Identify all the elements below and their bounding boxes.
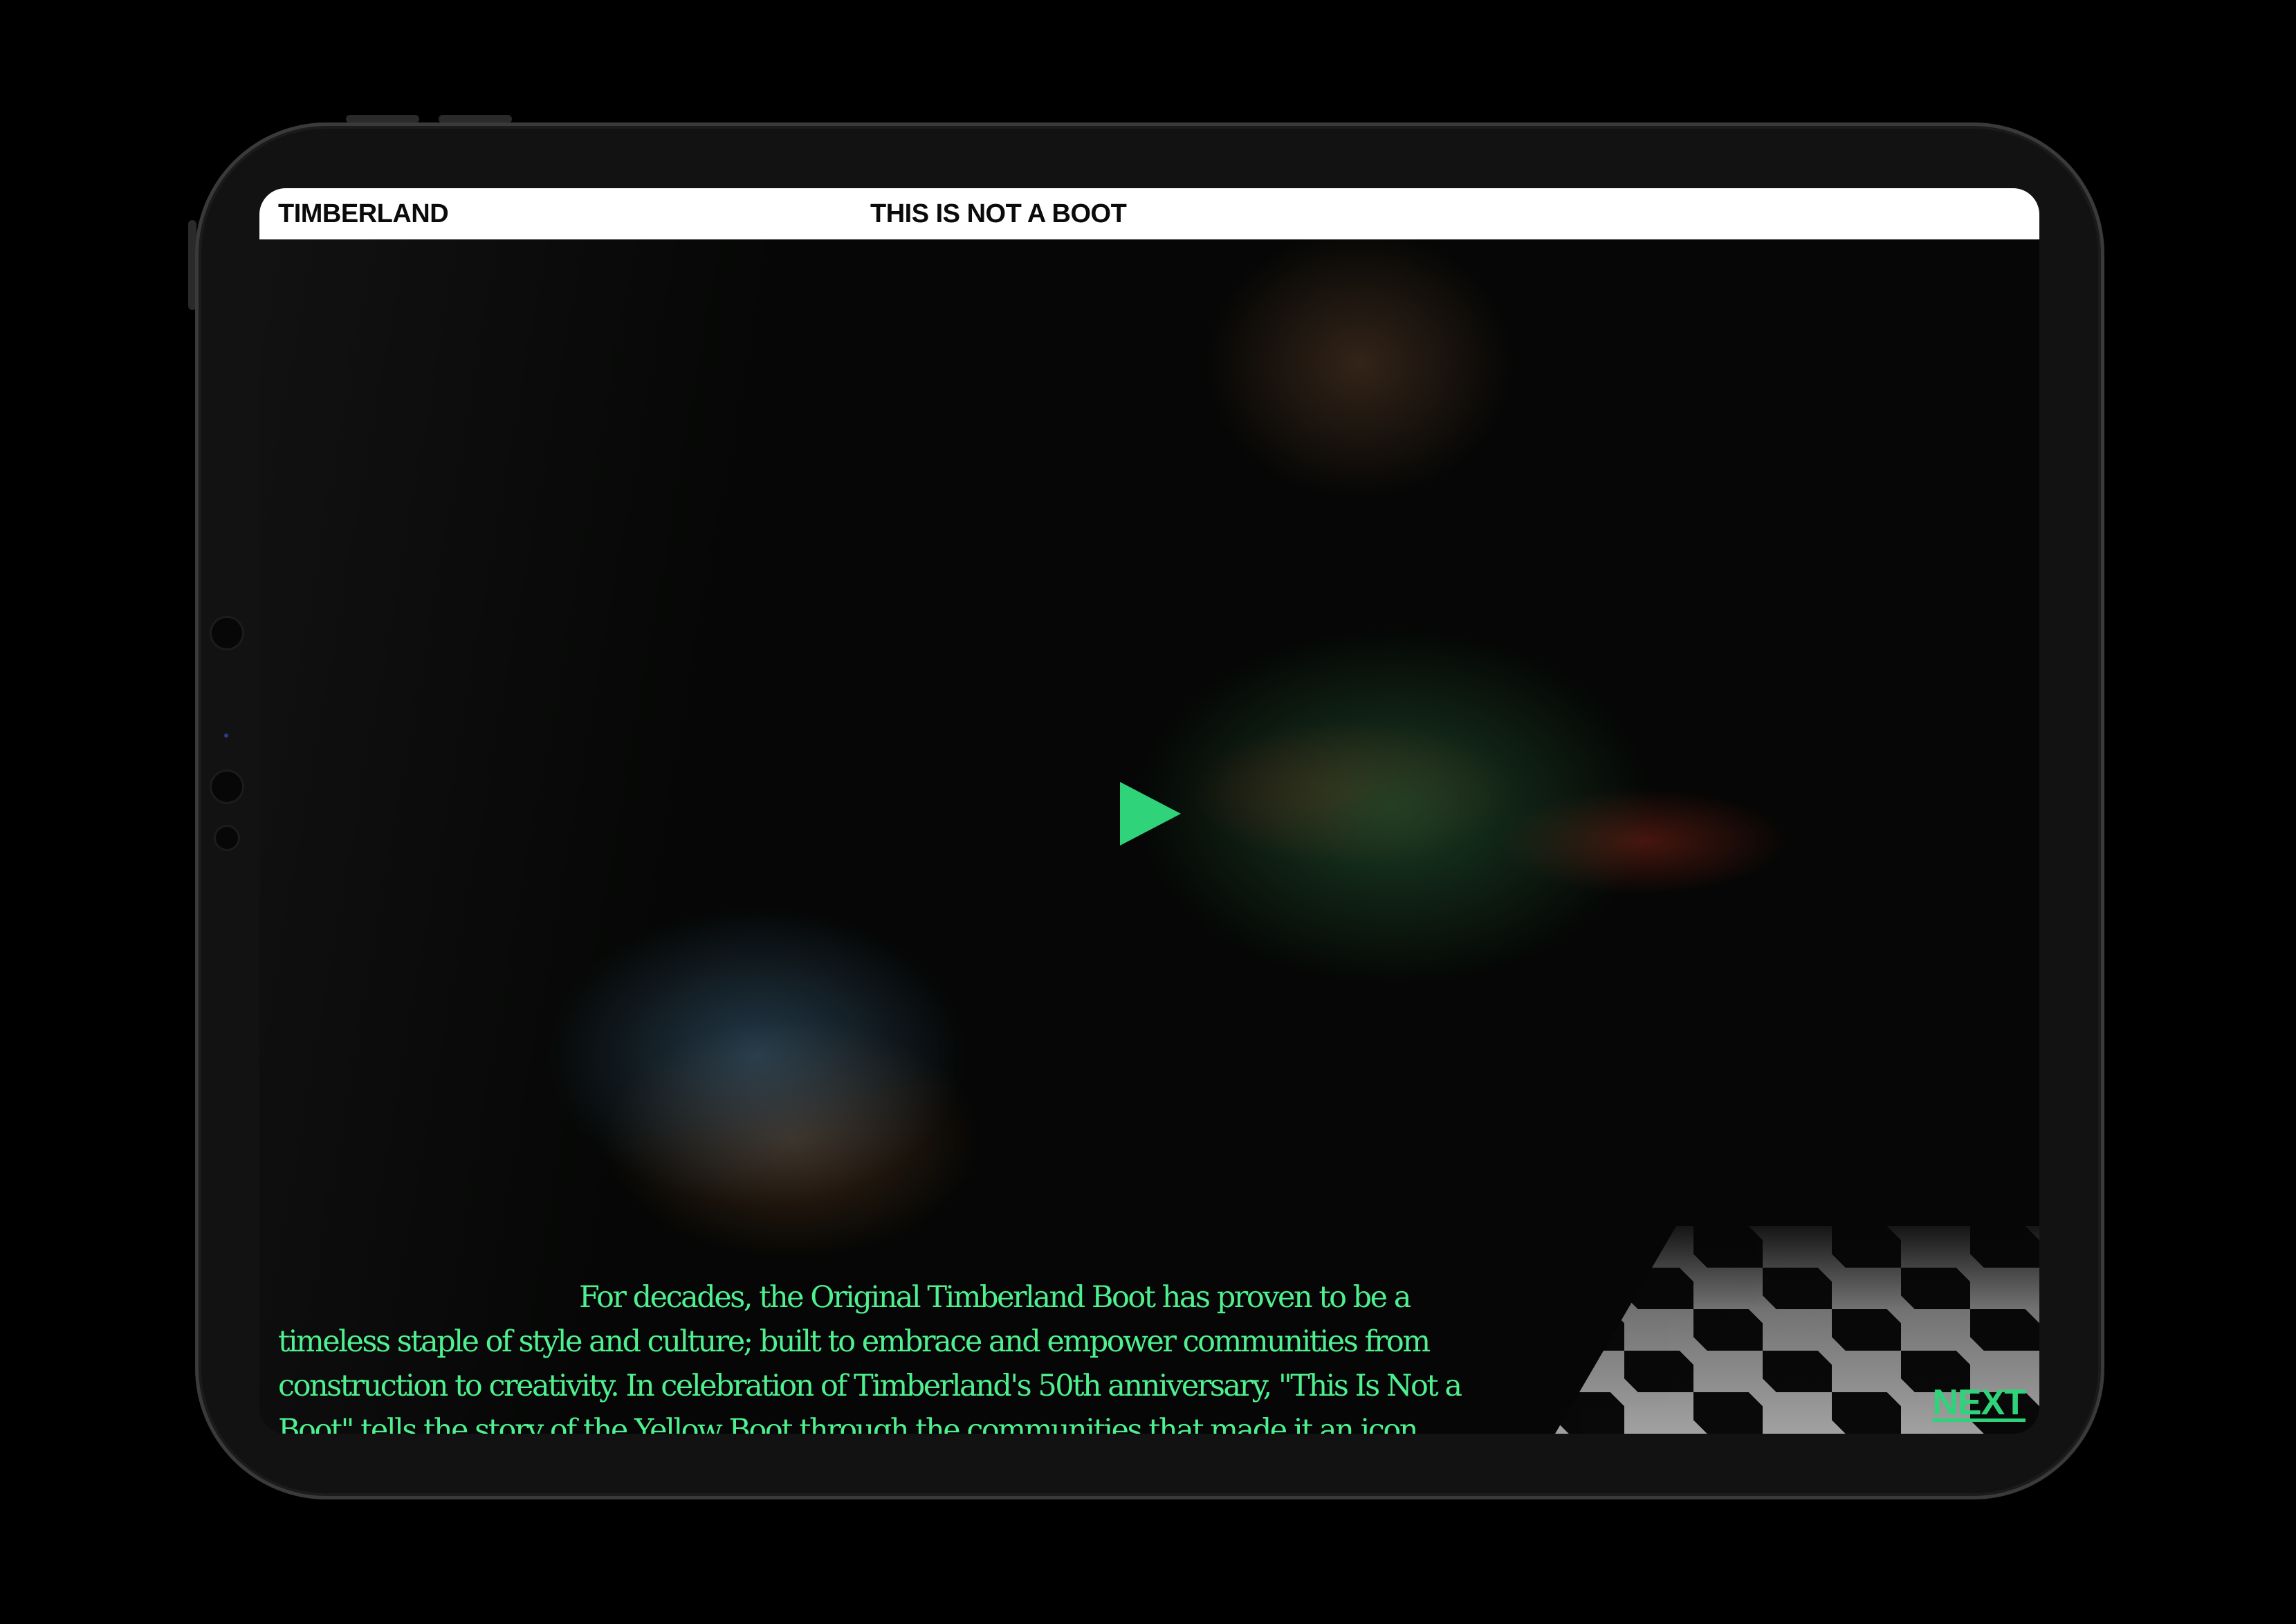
- camera-sensor-dot: [224, 733, 228, 738]
- film-description-text: For decades, the Original Timberland Boo…: [278, 1280, 1462, 1434]
- tablet-screen: TIMBERLAND THIS IS NOT A BOOT For decade…: [259, 188, 2039, 1434]
- top-bar: TIMBERLAND THIS IS NOT A BOOT: [259, 188, 2039, 239]
- film-description: For decades, the Original Timberland Boo…: [278, 1275, 1482, 1434]
- camera-lens: [212, 618, 242, 648]
- next-button[interactable]: NEXT: [1932, 1382, 2026, 1423]
- play-icon[interactable]: [1120, 782, 1181, 846]
- camera-lens: [212, 772, 242, 802]
- brand-logo-text[interactable]: TIMBERLAND: [278, 199, 449, 229]
- camera-lens: [216, 827, 238, 849]
- page-title: THIS IS NOT A BOOT: [870, 199, 1127, 228]
